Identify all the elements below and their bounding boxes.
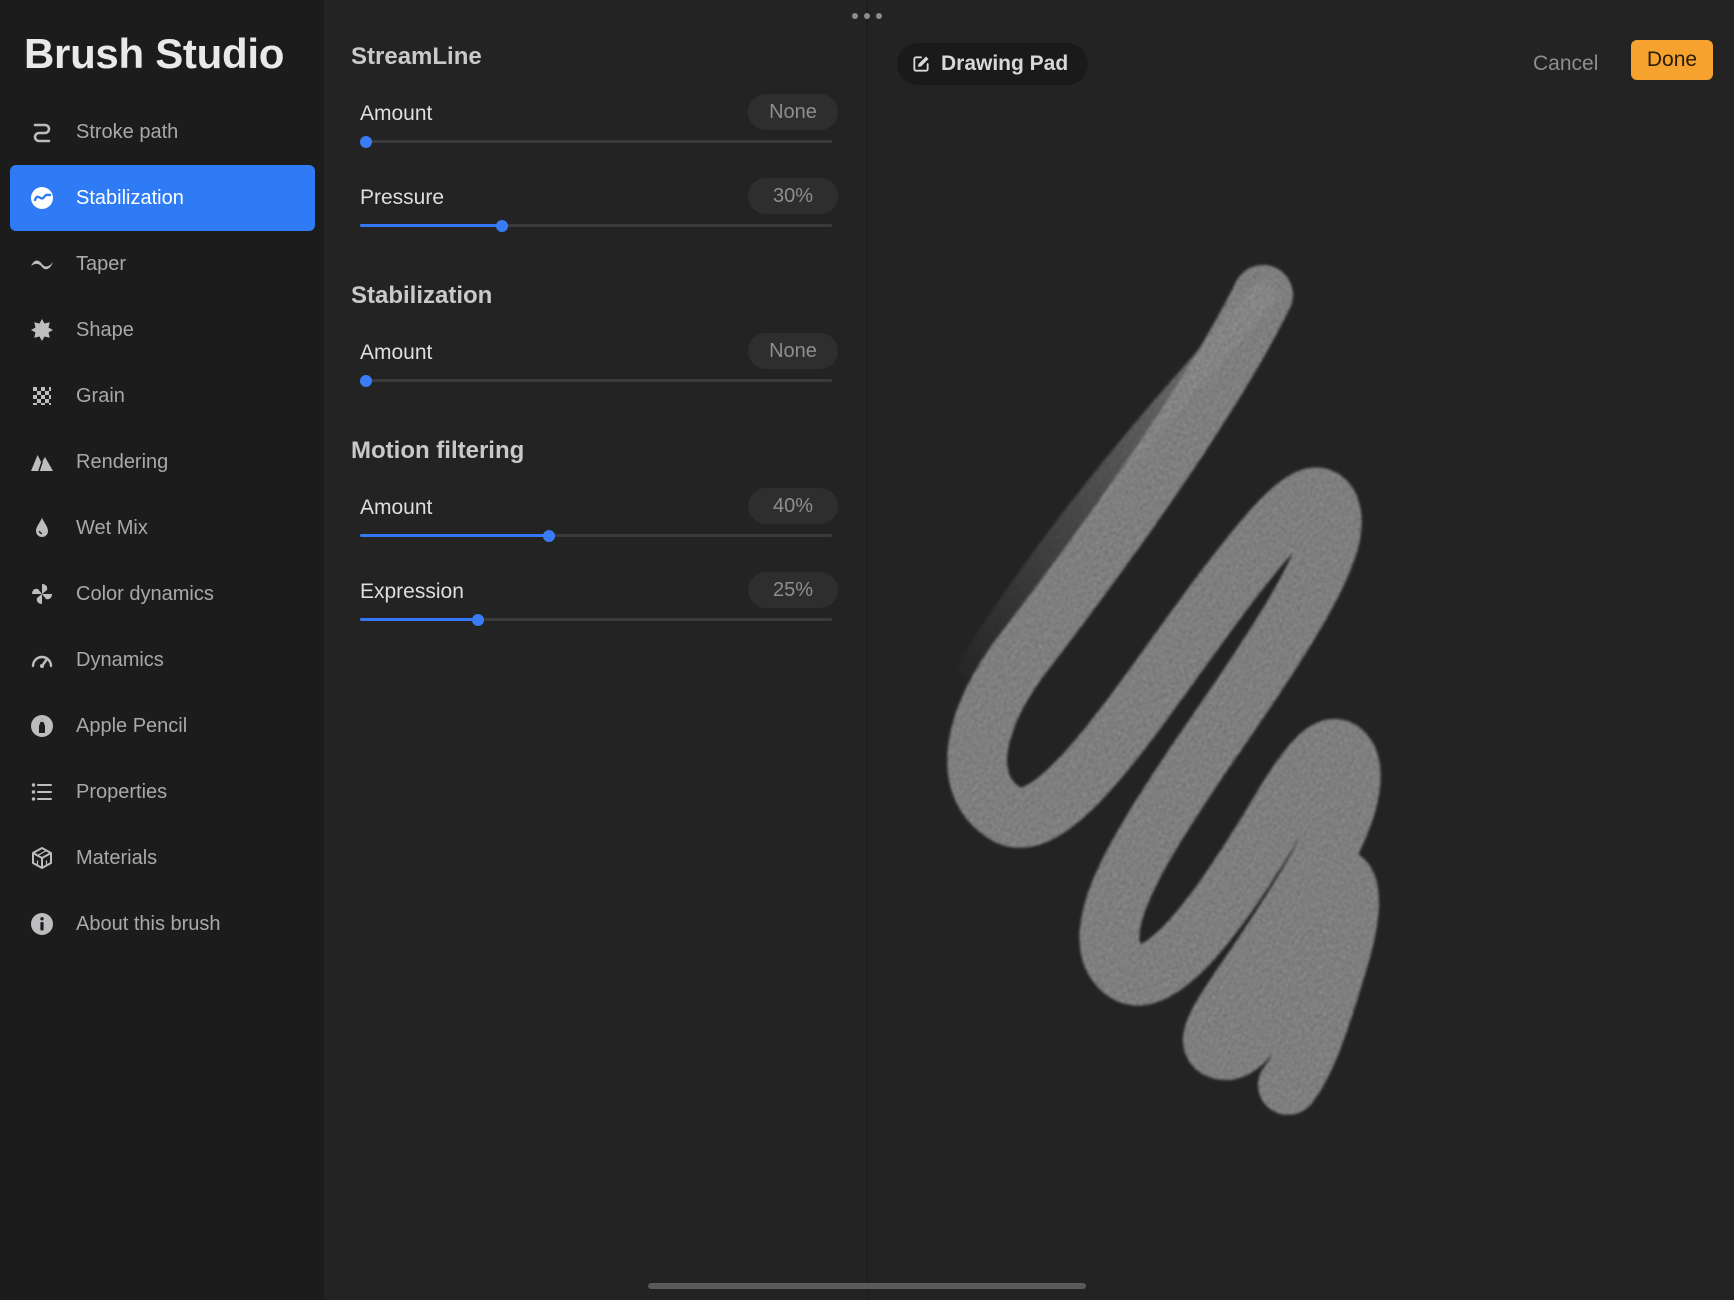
rendering-icon bbox=[30, 450, 54, 474]
streamline-amount-control: Amount None bbox=[360, 94, 838, 164]
sidebar-item-taper[interactable]: Taper bbox=[10, 231, 315, 297]
sidebar-item-label: Shape bbox=[76, 318, 134, 341]
stabilization-icon bbox=[30, 186, 54, 210]
sidebar-item-label: Properties bbox=[76, 780, 168, 803]
motion-filtering-section-title: Motion filtering bbox=[351, 437, 525, 464]
sidebar-item-color-dynamics[interactable]: Color dynamics bbox=[10, 561, 315, 627]
slider-thumb[interactable] bbox=[360, 136, 372, 148]
sidebar-item-label: About this brush bbox=[76, 912, 221, 935]
more-options-icon[interactable] bbox=[852, 10, 882, 22]
cancel-button[interactable]: Cancel bbox=[1533, 44, 1598, 84]
sidebar-item-dynamics[interactable]: Dynamics bbox=[10, 627, 315, 693]
done-button[interactable]: Done bbox=[1631, 40, 1713, 80]
value-pill[interactable]: None bbox=[748, 94, 838, 130]
info-icon bbox=[30, 912, 54, 936]
app-title: Brush Studio bbox=[24, 30, 285, 77]
streamline-section-title: StreamLine bbox=[351, 43, 482, 70]
sidebar-item-label: Wet Mix bbox=[76, 516, 148, 539]
slider-thumb[interactable] bbox=[542, 530, 555, 542]
value-pill[interactable]: None bbox=[748, 333, 838, 369]
slider-track bbox=[360, 140, 832, 143]
control-label: Amount bbox=[360, 102, 433, 125]
drawing-pad[interactable]: Drawing Pad Cancel Done bbox=[868, 0, 1734, 1300]
slider-track bbox=[360, 379, 832, 382]
grain-icon bbox=[30, 384, 54, 408]
sidebar-item-stabilization[interactable]: Stabilization bbox=[10, 165, 315, 231]
slider-thumb[interactable] bbox=[495, 220, 508, 232]
sidebar-item-shape[interactable]: Shape bbox=[10, 297, 315, 363]
taper-icon bbox=[30, 252, 54, 276]
sidebar-item-apple-pencil[interactable]: Apple Pencil bbox=[10, 693, 315, 759]
sidebar-item-materials[interactable]: Materials bbox=[10, 825, 315, 891]
slider-fill bbox=[360, 224, 502, 227]
brush-stroke-preview bbox=[947, 265, 1381, 1115]
edit-icon bbox=[913, 56, 929, 72]
sidebar-item-label: Dynamics bbox=[76, 648, 164, 671]
sidebar-item-wet-mix[interactable]: Wet Mix bbox=[10, 495, 315, 561]
drawing-pad-label: Drawing Pad bbox=[941, 52, 1069, 75]
dynamics-icon bbox=[30, 648, 54, 672]
sidebar-item-label: Rendering bbox=[76, 450, 169, 473]
slider-thumb[interactable] bbox=[472, 614, 484, 626]
value-pill[interactable]: 40% bbox=[748, 488, 838, 524]
sidebar: Brush Studio Stroke path Stabilization T… bbox=[0, 0, 324, 1300]
sidebar-item-label: Grain bbox=[76, 384, 125, 407]
control-label: Pressure bbox=[360, 186, 445, 209]
slider-fill bbox=[360, 534, 549, 537]
sidebar-item-rendering[interactable]: Rendering bbox=[10, 429, 315, 495]
slider-thumb[interactable] bbox=[360, 375, 372, 387]
sidebar-item-properties[interactable]: Properties bbox=[10, 759, 315, 825]
settings-panel: StreamLine Amount None Pressure 30% Stab… bbox=[324, 0, 868, 1300]
sidebar-item-label: Stabilization bbox=[76, 186, 184, 209]
stroke-path-icon bbox=[30, 120, 54, 144]
shape-icon bbox=[30, 318, 54, 342]
sidebar-item-label: Stroke path bbox=[76, 120, 179, 143]
properties-icon bbox=[30, 780, 54, 804]
control-label: Amount bbox=[360, 496, 433, 519]
sidebar-item-about-this-brush[interactable]: About this brush bbox=[10, 891, 315, 957]
wet-mix-icon bbox=[30, 516, 54, 540]
value-pill[interactable]: 30% bbox=[748, 178, 838, 214]
sidebar-item-label: Color dynamics bbox=[76, 582, 214, 605]
sidebar-item-stroke-path[interactable]: Stroke path bbox=[10, 99, 315, 165]
control-label: Expression bbox=[360, 580, 464, 603]
value-pill[interactable]: 25% bbox=[748, 572, 838, 608]
stabilization-amount-control: Amount None bbox=[360, 333, 838, 403]
motion-filtering-expression-control: Expression 25% bbox=[360, 572, 838, 642]
sidebar-item-label: Materials bbox=[76, 846, 158, 869]
sidebar-nav: Stroke path Stabilization Taper Shape Gr… bbox=[10, 99, 315, 957]
slider-fill bbox=[360, 618, 478, 621]
motion-filtering-amount-control: Amount 40% bbox=[360, 488, 838, 558]
sidebar-item-label: Apple Pencil bbox=[76, 714, 188, 737]
drawing-pad-chip[interactable]: Drawing Pad bbox=[897, 43, 1089, 85]
color-dynamics-icon bbox=[30, 582, 54, 606]
apple-pencil-icon bbox=[30, 714, 54, 738]
brush-studio-app: Brush Studio Stroke path Stabilization T… bbox=[0, 0, 1734, 1300]
sidebar-item-grain[interactable]: Grain bbox=[10, 363, 315, 429]
stabilization-section-title: Stabilization bbox=[351, 282, 493, 309]
home-indicator[interactable] bbox=[648, 1283, 1086, 1289]
materials-icon bbox=[30, 846, 54, 870]
streamline-pressure-control: Pressure 30% bbox=[360, 178, 838, 248]
control-label: Amount bbox=[360, 341, 433, 364]
sidebar-item-label: Taper bbox=[76, 252, 127, 275]
